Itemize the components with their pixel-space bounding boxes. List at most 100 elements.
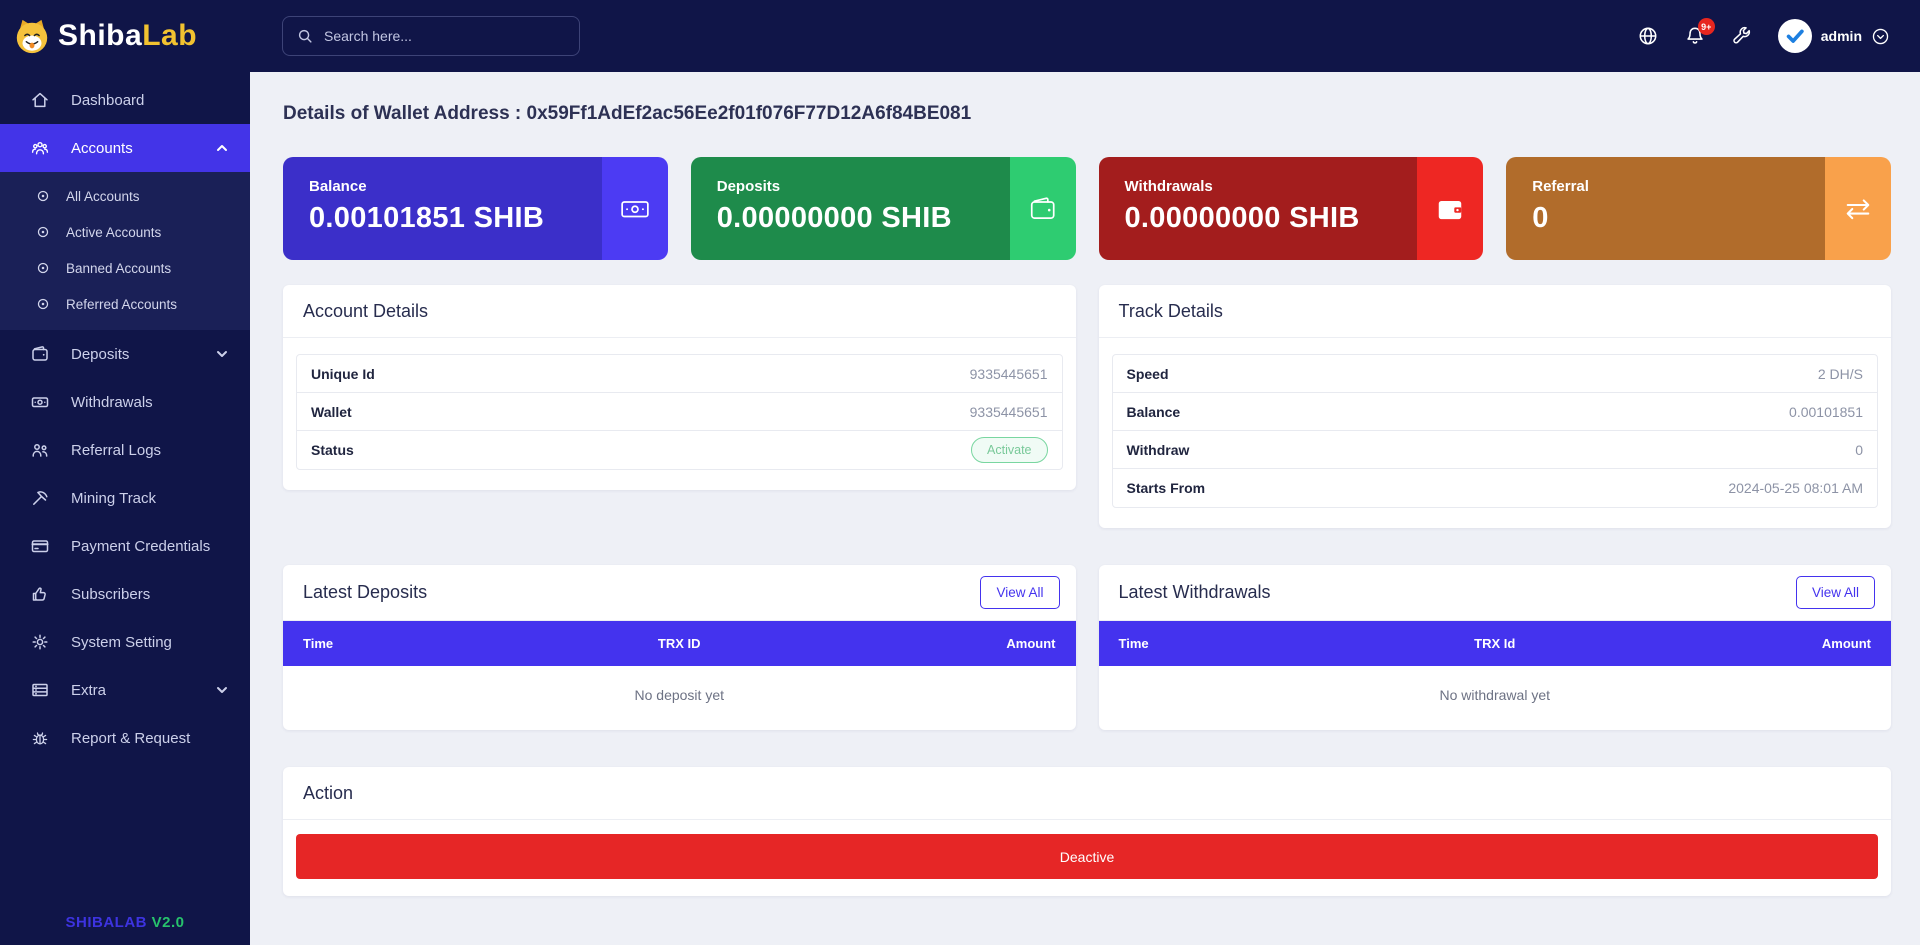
notification-badge: 9+ — [1697, 18, 1715, 35]
view-all-deposits-button[interactable]: View All — [980, 576, 1060, 609]
table-row: Starts From 2024-05-25 08:01 AM — [1113, 469, 1878, 507]
table-row: Unique Id 9335445651 — [297, 355, 1062, 393]
card-title: Action — [283, 767, 1891, 820]
page-title: Details of Wallet Address : 0x59Ff1AdEf2… — [283, 103, 972, 124]
stat-card-deposits: Deposits 0.00000000 SHIB — [690, 157, 1076, 260]
row-label: Starts From — [1126, 480, 1206, 496]
deposits-table-header: Time TRX ID Amount — [283, 621, 1076, 666]
sidebar-item-dashboard[interactable]: Dashboard — [0, 76, 250, 124]
sidebar-nav: Dashboard Accounts All Accounts Active A… — [0, 76, 250, 762]
chevron-down-circle-icon — [1871, 27, 1890, 46]
track-details-card: Track Details Speed 2 DH/S Balance 0.001… — [1098, 285, 1891, 528]
row-label: Wallet — [311, 403, 352, 420]
status-badge[interactable]: Activate — [971, 437, 1048, 463]
brand-logo[interactable]: ShibaLab — [0, 0, 250, 72]
stat-value: 0.00000000 SHIB — [1124, 202, 1360, 234]
wallet-filled-icon — [1417, 157, 1484, 260]
withdrawals-table-header: Time TRX Id Amount — [1098, 621, 1891, 666]
sidebar-item-label: Mining Track — [71, 489, 157, 507]
sidebar-item-label: Dashboard — [71, 91, 145, 109]
home-icon — [30, 90, 50, 110]
card-title: Track Details — [1098, 285, 1891, 338]
gear-icon — [30, 632, 50, 652]
sidebar-item-subscribers[interactable]: Subscribers — [0, 570, 250, 618]
sidebar-footer-version: SHIBALAB V2.0 — [65, 914, 185, 931]
users-group-icon — [30, 138, 50, 158]
latest-row: Latest Deposits View All Time TRX ID Amo… — [283, 565, 1891, 730]
dot-circle-icon — [36, 297, 50, 311]
card-title: Account Details — [283, 285, 1076, 338]
main-content: Details of Wallet Address : 0x59Ff1AdEf2… — [250, 72, 1920, 945]
card-title: Latest Withdrawals — [1118, 582, 1271, 602]
details-row: Account Details Unique Id 9335445651 Wal… — [283, 285, 1891, 528]
latest-deposits-card: Latest Deposits View All Time TRX ID Amo… — [283, 565, 1076, 730]
sidebar-item-label: Referral Logs — [71, 441, 162, 459]
bell-icon[interactable]: 9+ — [1684, 18, 1715, 47]
stat-label: Deposits — [716, 178, 781, 195]
user-menu[interactable]: admin — [1777, 19, 1890, 53]
stat-label: Referral — [1532, 178, 1589, 195]
sidebar-item-banned-accounts[interactable]: Banned Accounts — [0, 250, 250, 286]
stat-cards: Balance 0.00101851 SHIB Deposits 0.00000… — [283, 157, 1891, 260]
wallet-icon — [1009, 157, 1076, 260]
sidebar-item-deposits[interactable]: Deposits — [0, 330, 250, 378]
stat-label: Balance — [309, 178, 367, 195]
sidebar-item-system-setting[interactable]: System Setting — [0, 618, 250, 666]
sidebar-item-all-accounts[interactable]: All Accounts — [0, 178, 250, 214]
view-all-withdrawals-button[interactable]: View All — [1795, 576, 1875, 609]
sidebar-item-label: Report & Request — [71, 729, 191, 747]
table-row: Speed 2 DH/S — [1112, 355, 1877, 393]
column-header-time: Time — [1118, 636, 1149, 651]
sidebar-item-extra[interactable]: Extra — [0, 666, 250, 714]
track-details-table: Speed 2 DH/S Balance 0.00101851 Withdraw… — [1111, 354, 1878, 508]
money-bill-icon — [601, 157, 668, 260]
sidebar-item-mining-track[interactable]: Mining Track — [0, 474, 250, 522]
sidebar-item-payment-credentials[interactable]: Payment Credentials — [0, 522, 250, 570]
column-header-trxid: TRX Id — [1474, 636, 1516, 651]
sidebar-item-label: Payment Credentials — [71, 537, 211, 555]
row-value: 9335445651 — [969, 403, 1048, 420]
empty-state-text: No withdrawal yet — [1439, 687, 1551, 703]
action-card: Action Deactive — [283, 767, 1891, 896]
sidebar-item-label: Accounts — [71, 139, 133, 157]
search-box — [282, 16, 580, 56]
column-header-amount: Amount — [1006, 636, 1056, 651]
sidebar-item-referral-logs[interactable]: Referral Logs — [0, 426, 250, 474]
credit-card-icon — [30, 536, 50, 556]
shiba-dog-icon — [13, 17, 51, 55]
sidebar-item-referred-accounts[interactable]: Referred Accounts — [0, 286, 250, 322]
deactive-button[interactable]: Deactive — [296, 834, 1878, 879]
thumbs-up-icon — [30, 584, 50, 604]
table-row: Wallet 9335445651 — [297, 393, 1062, 431]
sidebar-item-label: Banned Accounts — [66, 260, 172, 276]
row-label: Speed — [1126, 365, 1169, 382]
sidebar-item-label: Active Accounts — [66, 224, 162, 240]
search-input[interactable] — [324, 28, 566, 44]
globe-icon[interactable] — [1637, 25, 1659, 47]
row-label: Status — [311, 442, 354, 458]
sidebar-item-label: Referred Accounts — [66, 296, 178, 312]
sidebar-item-accounts[interactable]: Accounts — [0, 124, 250, 172]
row-label: Withdraw — [1126, 441, 1190, 458]
stat-card-withdrawals: Withdrawals 0.00000000 SHIB — [1098, 157, 1484, 260]
accounts-submenu: All Accounts Active Accounts Banned Acco… — [0, 172, 250, 330]
column-header-time: Time — [303, 636, 334, 651]
sidebar-item-label: System Setting — [71, 633, 172, 651]
table-row: Status Activate — [297, 431, 1062, 469]
sidebar-item-label: Deposits — [71, 345, 130, 363]
brand-name: ShibaLab — [58, 19, 198, 52]
stat-label: Withdrawals — [1124, 178, 1213, 195]
latest-withdrawals-card: Latest Withdrawals View All Time TRX Id … — [1098, 565, 1891, 730]
wrench-icon[interactable] — [1731, 25, 1753, 47]
sidebar-item-report-request[interactable]: Report & Request — [0, 714, 250, 762]
chevron-up-icon — [214, 140, 230, 156]
sidebar-item-active-accounts[interactable]: Active Accounts — [0, 214, 250, 250]
exchange-icon — [1825, 157, 1891, 260]
topbar: 9+ admin — [250, 0, 1920, 72]
row-value: 2 DH/S — [1817, 365, 1863, 382]
users-icon — [30, 440, 50, 460]
sidebar-item-label: Extra — [71, 681, 107, 699]
row-value: 2024-05-25 08:01 AM — [1728, 480, 1863, 496]
sidebar-item-withdrawals[interactable]: Withdrawals — [0, 378, 250, 426]
avatar — [1777, 19, 1812, 53]
